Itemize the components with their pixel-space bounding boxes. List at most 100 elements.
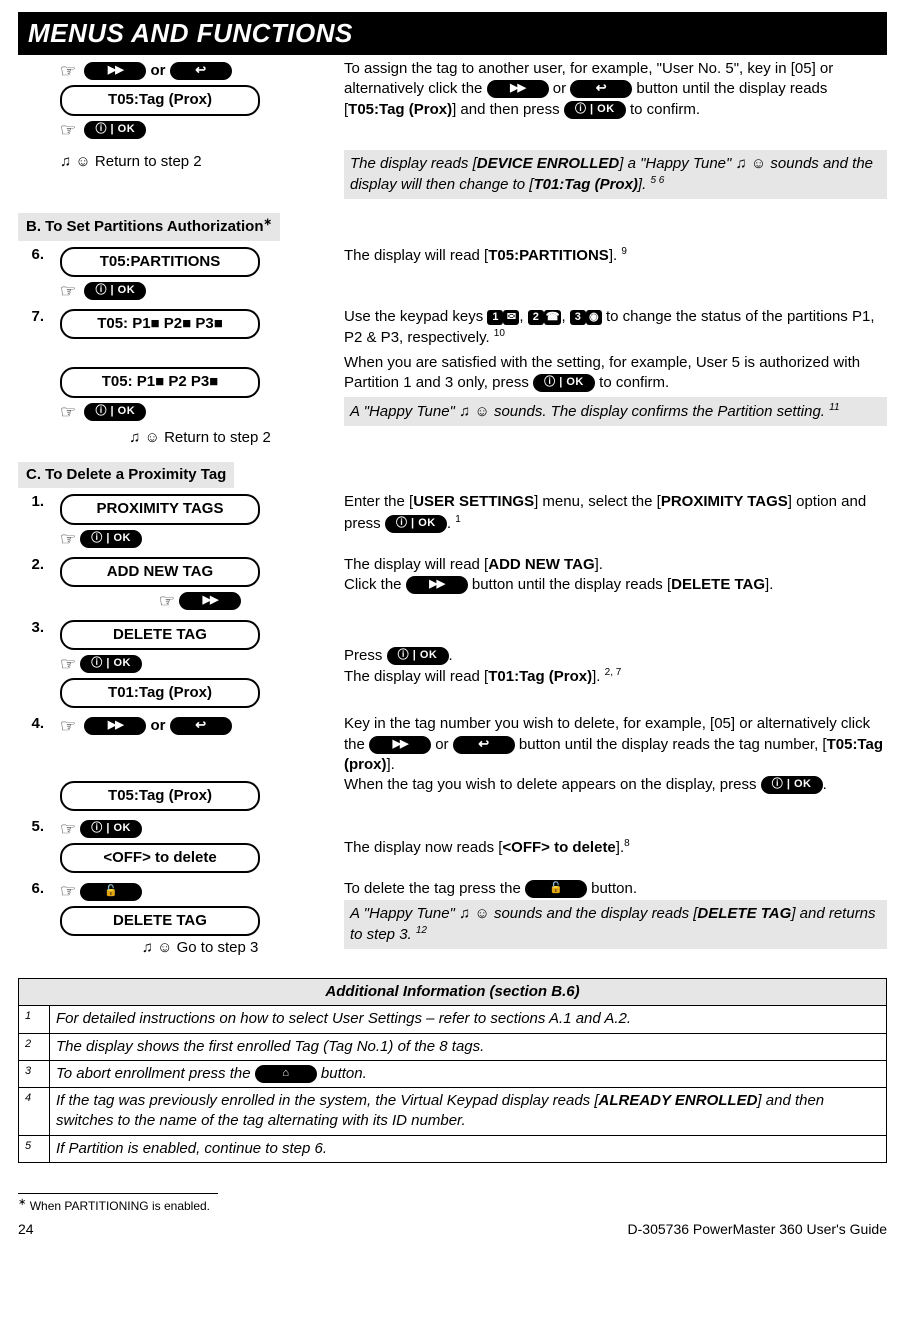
tune-icon (736, 155, 771, 172)
hand-icon: ☞ (60, 118, 76, 142)
key-2b[interactable]: ☎ (544, 310, 562, 325)
instruction-text: To assign the tag to another user, for e… (344, 59, 887, 120)
step-c1: 1. PROXIMITY TAGS ☞ Enter the [USER SETT… (18, 492, 887, 551)
step-number: 3. (18, 618, 50, 638)
instruction-text: The display will read [T05:PARTITIONS]. … (340, 245, 887, 266)
key-1b[interactable]: ✉ (503, 310, 519, 325)
ok-button[interactable] (564, 101, 626, 119)
ok-button[interactable] (84, 403, 146, 421)
forward-button[interactable] (84, 717, 146, 735)
step-number: 4. (18, 714, 50, 734)
result-box: A "Happy Tune" sounds. The display confi… (344, 397, 887, 426)
tune-icon (459, 905, 494, 922)
ok-button[interactable] (387, 647, 449, 665)
forward-button[interactable] (406, 576, 468, 594)
unlock-button[interactable] (80, 883, 142, 901)
step-7: 7. T05: P1■ P2■ P3■ T05: P1■ P2 P3■ ☞ Re… (18, 307, 887, 448)
key-3b[interactable]: ◉ (586, 310, 602, 325)
step-number: 1. (18, 492, 50, 512)
key-2[interactable]: 2 (528, 310, 544, 325)
hand-icon: ☞ (60, 59, 76, 83)
hand-icon: ☞ (60, 817, 76, 841)
lcd-display: DELETE TAG (60, 906, 260, 936)
footnote-separator (18, 1193, 218, 1194)
section-c-heading: C. To Delete a Proximity Tag (18, 462, 234, 488)
step-number: 7. (18, 307, 50, 327)
ok-button[interactable] (80, 655, 142, 673)
lcd-display: PROXIMITY TAGS (60, 494, 260, 524)
return-label: Return to step 2 (95, 153, 202, 170)
or-label: or (150, 62, 165, 79)
hand-icon: ☞ (60, 400, 76, 424)
footnote: ∗ When PARTITIONING is enabled. (18, 1196, 887, 1214)
key-1[interactable]: 1 (487, 310, 503, 325)
page-header: MENUS AND FUNCTIONS (18, 12, 887, 55)
lcd-display: T05: P1■ P2 P3■ (60, 367, 260, 397)
ok-button[interactable] (385, 515, 447, 533)
instruction-text: To delete the tag press the button. (344, 879, 887, 899)
tune-icon (142, 939, 177, 956)
lcd-display: T01:Tag (Prox) (60, 678, 260, 708)
ok-button[interactable] (80, 530, 142, 548)
lcd-display: T05:Tag (Prox) (60, 781, 260, 811)
step-c3: 3. DELETE TAG ☞ T01:Tag (Prox) Press . T… (18, 618, 887, 711)
additional-info-table: Additional Information (section B.6) 1Fo… (18, 978, 887, 1163)
table-row: 4 (19, 1088, 50, 1136)
home-button[interactable] (255, 1065, 317, 1083)
lcd-display: T05:PARTITIONS (60, 247, 260, 277)
result-box: The display reads [DEVICE ENROLLED] a "H… (344, 150, 887, 200)
step-number: 6. (18, 245, 50, 265)
step-c5: 5. ☞ <OFF> to delete The display now rea… (18, 817, 887, 876)
doc-title: D-305736 PowerMaster 360 User's Guide (628, 1220, 887, 1239)
instruction-text: Use the keypad keys 1✉, 2☎, 3◉ to change… (344, 307, 887, 349)
table-row: 5 (19, 1135, 50, 1162)
step-6: 6. T05:PARTITIONS ☞ The display will rea… (18, 245, 887, 304)
back-button[interactable] (170, 717, 232, 735)
lcd-display: T05: P1■ P2■ P3■ (60, 309, 260, 339)
forward-button[interactable] (369, 736, 431, 754)
sec-a-row: ☞ or T05:Tag (Prox) ☞ Return to step 2 T… (18, 59, 887, 199)
forward-button[interactable] (487, 80, 549, 98)
instruction-text: Press . The display will read [T01:Tag (… (340, 618, 887, 688)
table-row: For detailed instructions on how to sele… (50, 1006, 887, 1033)
result-box: A "Happy Tune" sounds and the display re… (344, 900, 887, 950)
return-label: Return to step 2 (164, 429, 271, 446)
hand-icon: ☞ (60, 652, 76, 676)
tune-icon (459, 403, 494, 420)
key-3[interactable]: 3 (570, 310, 586, 325)
tune-icon (60, 153, 95, 170)
step-c2: 2. ADD NEW TAG ☞ The display will read [… (18, 555, 887, 614)
hand-icon: ☞ (60, 879, 76, 903)
table-row: If the tag was previously enrolled in th… (50, 1088, 887, 1136)
step-number: 5. (18, 817, 50, 837)
lcd-display: T05:Tag (Prox) (60, 85, 260, 115)
back-button[interactable] (170, 62, 232, 80)
forward-button[interactable] (179, 592, 241, 610)
step-number: 2. (18, 555, 50, 575)
hand-icon: ☞ (60, 279, 76, 303)
step-c4: 4. ☞ or T05:Tag (Prox) Key in the tag nu… (18, 714, 887, 813)
ok-button[interactable] (84, 121, 146, 139)
section-b-heading: B. To Set Partitions Authorization∗ (18, 213, 280, 240)
forward-button[interactable] (84, 62, 146, 80)
back-button[interactable] (570, 80, 632, 98)
instruction-text: The display now reads [<OFF> to delete].… (340, 817, 887, 858)
ok-button[interactable] (84, 282, 146, 300)
ok-button[interactable] (533, 374, 595, 392)
or-label: or (150, 717, 165, 734)
instruction-text: Key in the tag number you wish to delete… (340, 714, 887, 795)
unlock-button[interactable] (525, 880, 587, 898)
ok-button[interactable] (761, 776, 823, 794)
page-number: 24 (18, 1220, 34, 1239)
step-c6: 6. ☞ DELETE TAG Go to step 3 To delete t… (18, 879, 887, 958)
back-button[interactable] (453, 736, 515, 754)
table-row: To abort enrollment press the button. (50, 1060, 887, 1087)
table-row: 3 (19, 1060, 50, 1087)
ok-button[interactable] (80, 820, 142, 838)
step-number: 6. (18, 879, 50, 899)
table-row: The display shows the first enrolled Tag… (50, 1033, 887, 1060)
page-footer: 24 D-305736 PowerMaster 360 User's Guide (18, 1220, 887, 1239)
instruction-text: When you are satisfied with the setting,… (344, 353, 887, 394)
hand-icon: ☞ (159, 589, 175, 613)
lcd-display: ADD NEW TAG (60, 557, 260, 587)
